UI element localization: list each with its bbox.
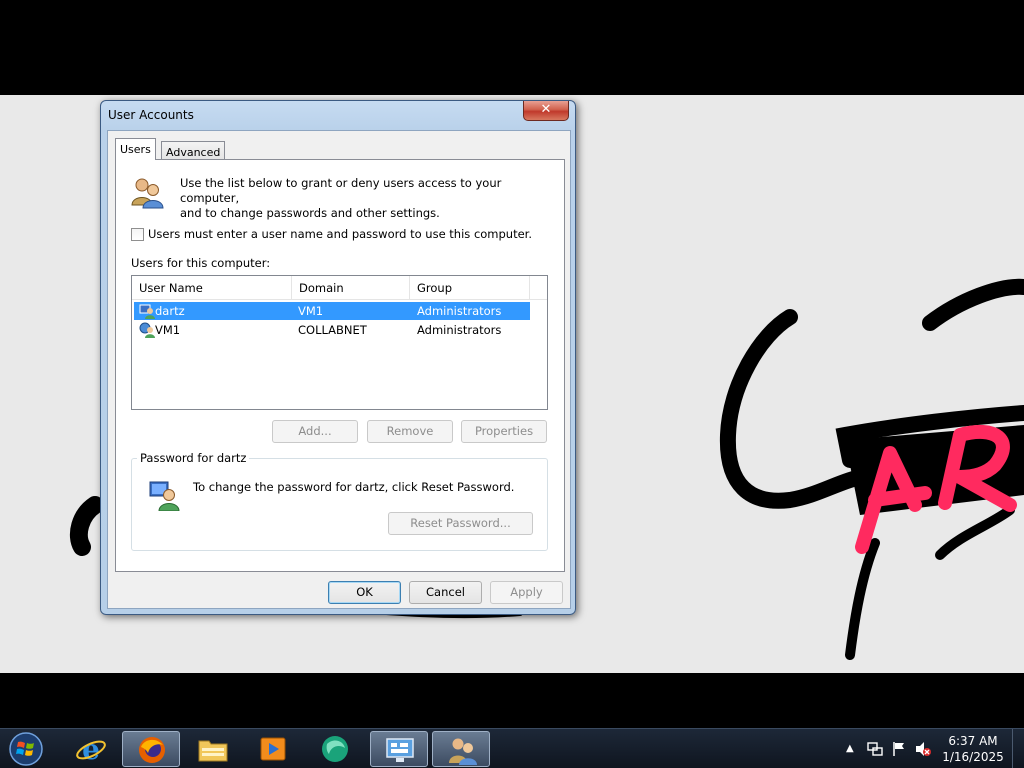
clock-time: 6:37 AM <box>948 734 998 748</box>
users-list-label: Users for this computer: <box>131 256 271 270</box>
table-row[interactable]: VM1 COLLABNET Administrators <box>134 321 530 339</box>
volume-muted-icon[interactable] <box>915 741 931 757</box>
column-header-group[interactable]: Group <box>410 276 530 300</box>
apply-button[interactable]: Apply <box>490 581 563 604</box>
media-player-icon <box>260 737 286 761</box>
intro-line-1: Use the list below to grant or deny user… <box>180 176 502 205</box>
taskbar-user-accounts[interactable] <box>432 731 490 767</box>
file-explorer-icon <box>198 740 228 762</box>
taskbar-media-player[interactable] <box>244 731 302 767</box>
cell-user-name: VM1 <box>155 323 181 337</box>
clock-date: 1/16/2025 <box>942 750 1004 764</box>
must-enter-password-option[interactable]: Users must enter a user name and passwor… <box>131 227 532 241</box>
browser-globe-icon <box>322 736 348 762</box>
tray-overflow-icon[interactable]: ▲ <box>846 741 862 757</box>
tab-users[interactable]: Users <box>115 138 156 160</box>
users-tab-panel: Use the list below to grant or deny user… <box>115 159 565 572</box>
column-header-user-name[interactable]: User Name <box>132 276 292 300</box>
taskbar-control-panel[interactable] <box>370 731 428 767</box>
action-center-flag-icon[interactable] <box>891 741 907 757</box>
clock[interactable]: 6:37 AM 1/16/2025 <box>938 733 1008 765</box>
taskbar: e ▲ 6:37 AM 1/16/2025 <box>0 728 1024 768</box>
taskbar-internet-explorer[interactable]: e <box>62 731 120 767</box>
column-header-domain[interactable]: Domain <box>292 276 410 300</box>
user-accounts-icon <box>449 738 477 765</box>
internet-explorer-icon: e <box>76 734 106 764</box>
show-desktop-button[interactable] <box>1012 729 1024 768</box>
user-icon <box>139 304 155 319</box>
firefox-icon <box>139 737 165 763</box>
must-enter-password-label: Users must enter a user name and passwor… <box>148 227 533 241</box>
users-icon <box>131 178 164 209</box>
password-user-icon <box>149 481 180 511</box>
intro-line-2: and to change passwords and other settin… <box>180 206 440 220</box>
taskbar-firefox[interactable] <box>122 731 180 767</box>
cell-group: Administrators <box>417 323 502 337</box>
close-button[interactable]: ✕ <box>523 101 569 121</box>
dialog-client: Users Advanced Use the list below to gra… <box>107 130 571 609</box>
cancel-button[interactable]: Cancel <box>409 581 482 604</box>
users-list[interactable]: User Name Domain Group dartz VM1 Adminis… <box>131 275 548 410</box>
screen: User Accounts ✕ Users Advanced Use the l… <box>0 0 1024 768</box>
properties-button[interactable]: Properties <box>461 420 547 443</box>
password-group-legend: Password for dartz <box>137 451 250 465</box>
cell-user-name: dartz <box>155 304 185 318</box>
table-row[interactable]: dartz VM1 Administrators <box>134 302 530 320</box>
user-accounts-dialog: User Accounts ✕ Users Advanced Use the l… <box>100 100 576 615</box>
control-panel-icon <box>386 738 414 762</box>
domain-user-icon <box>139 322 155 338</box>
ok-button[interactable]: OK <box>328 581 401 604</box>
intro-text: Use the list below to grant or deny user… <box>180 176 550 221</box>
remove-user-button[interactable]: Remove <box>367 420 453 443</box>
network-icon[interactable] <box>867 741 883 757</box>
password-instructions: To change the password for dartz, click … <box>193 480 515 494</box>
cell-domain: VM1 <box>298 304 324 318</box>
list-header: User Name Domain Group <box>132 276 547 300</box>
dialog-title: User Accounts <box>108 108 194 122</box>
cell-group: Administrators <box>417 304 502 318</box>
add-user-button[interactable]: Add... <box>272 420 358 443</box>
svg-text:e: e <box>82 734 100 764</box>
reset-password-button[interactable]: Reset Password... <box>388 512 533 535</box>
taskbar-browser-globe[interactable] <box>306 731 364 767</box>
start-button[interactable] <box>6 731 46 767</box>
password-group: Password for dartz To change the passwor… <box>131 451 548 551</box>
taskbar-file-explorer[interactable] <box>184 731 242 767</box>
cell-domain: COLLABNET <box>298 323 367 337</box>
must-enter-password-checkbox[interactable] <box>131 227 144 241</box>
